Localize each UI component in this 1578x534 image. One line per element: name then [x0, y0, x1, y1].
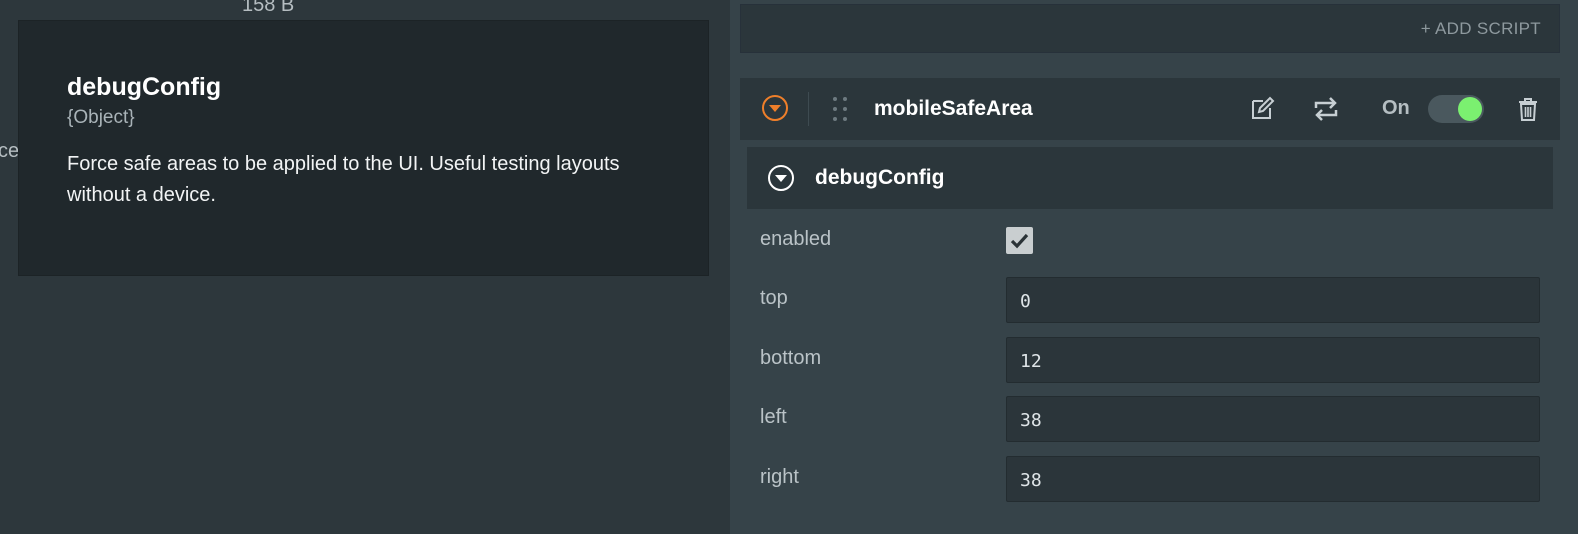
enabled-checkbox[interactable]: [1006, 227, 1033, 254]
truncated-label: ce: [0, 140, 20, 162]
chevron-down-circle-icon[interactable]: [768, 165, 794, 191]
add-script-button[interactable]: + ADD SCRIPT: [740, 4, 1560, 53]
right-field-value: 38: [1020, 470, 1042, 491]
bottom-field[interactable]: 12: [1006, 337, 1540, 383]
top-field[interactable]: 0: [1006, 277, 1540, 323]
divider: [808, 92, 809, 126]
top-field-value: 0: [1020, 291, 1031, 312]
enable-toggle[interactable]: [1428, 95, 1484, 123]
left-field-value: 38: [1020, 410, 1042, 431]
field-label-enabled: enabled: [760, 228, 832, 250]
trash-icon[interactable]: [1514, 95, 1542, 123]
script-name: mobileSafeArea: [874, 97, 1033, 120]
tooltip-type: {Object}: [67, 107, 135, 128]
field-label-right: right: [760, 466, 799, 488]
bottom-field-value: 12: [1020, 351, 1042, 372]
add-script-label: + ADD SCRIPT: [1420, 19, 1541, 38]
toggle-knob: [1458, 97, 1482, 121]
drag-handle-icon[interactable]: [833, 97, 849, 123]
right-field[interactable]: 38: [1006, 456, 1540, 502]
edit-icon[interactable]: [1248, 95, 1276, 123]
left-pane: 158 B ce debugConfig {Object} Force safe…: [0, 0, 730, 534]
field-label-bottom: bottom: [760, 347, 822, 369]
field-label-top: top: [760, 287, 788, 309]
script-header: mobileSafeArea On: [740, 78, 1560, 140]
left-field[interactable]: 38: [1006, 396, 1540, 442]
file-size-label: 158 B: [242, 0, 295, 16]
chevron-down-circle-icon[interactable]: [762, 95, 788, 121]
toggle-label: On: [1382, 97, 1410, 119]
tooltip-title: debugConfig: [67, 73, 222, 101]
tooltip-description: Force safe areas to be applied to the UI…: [67, 153, 620, 206]
section-header-debugconfig[interactable]: debugConfig: [747, 147, 1553, 209]
inspector-panel: + ADD SCRIPT mobileSafeArea On debugConf…: [730, 0, 1578, 534]
section-title: debugConfig: [815, 166, 945, 189]
checkmark-icon: [1010, 233, 1029, 249]
swap-icon[interactable]: [1312, 95, 1340, 123]
field-label-left: left: [760, 406, 787, 428]
attribute-tooltip: debugConfig {Object} Force safe areas to…: [18, 20, 709, 276]
